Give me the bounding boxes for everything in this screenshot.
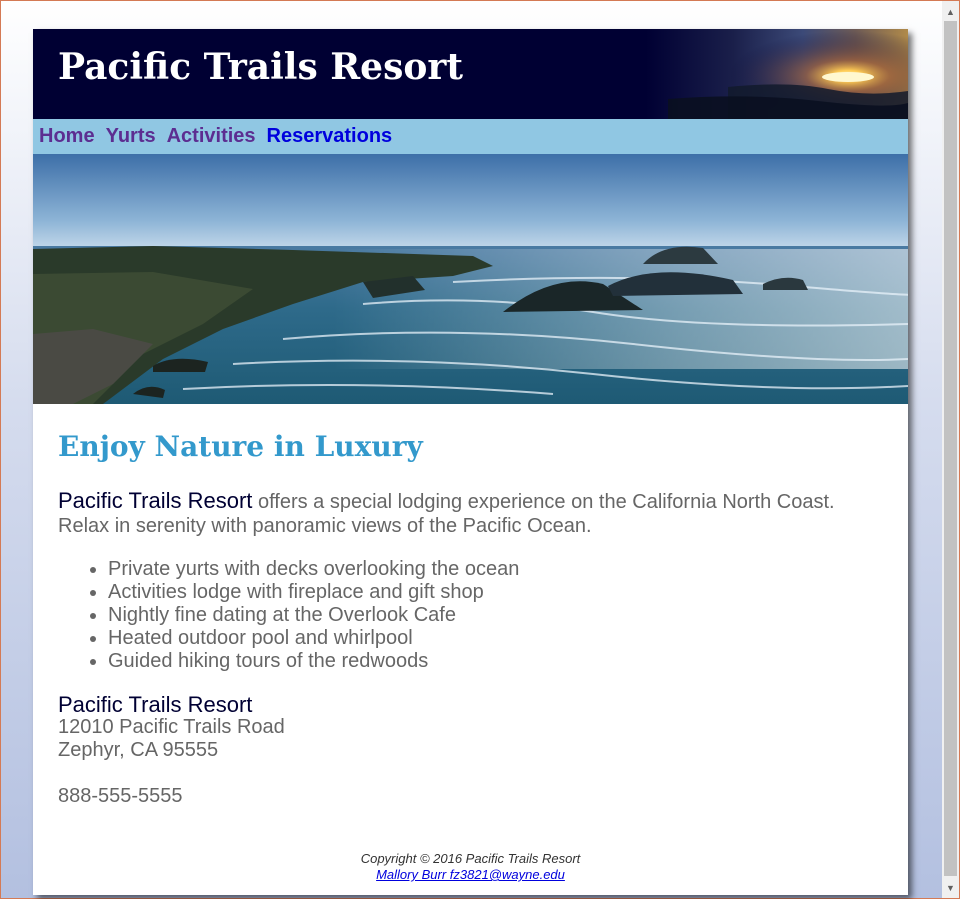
page-footer: Copyright © 2016 Pacific Trails Resort M… [33, 851, 908, 883]
contact-name: Pacific Trails Resort [58, 692, 253, 717]
scrollbar-thumb[interactable] [944, 21, 957, 876]
page-wrapper: Pacific Trails Resort Home Yurts Activit… [33, 29, 908, 895]
main-content: Enjoy Nature in Luxury Pacific Trails Re… [33, 430, 908, 808]
list-item: Guided hiking tours of the redwoods [108, 650, 883, 673]
page-heading: Enjoy Nature in Luxury [58, 430, 423, 463]
sunset-banner-image [668, 29, 908, 119]
copyright-text: Copyright © 2016 Pacific Trails Resort [360, 851, 581, 866]
footer-email-link[interactable]: Mallory Burr fz3821@wayne.edu [376, 867, 565, 882]
nav-link-activities[interactable]: Activities [167, 125, 256, 148]
list-item: Private yurts with decks overlooking the… [108, 558, 883, 581]
contact-address: Pacific Trails Resort 12010 Pacific Trai… [58, 693, 883, 762]
list-item: Heated outdoor pool and whirlpool [108, 627, 883, 650]
site-title: Pacific Trails Resort [58, 46, 463, 88]
nav-link-reservations[interactable]: Reservations [267, 125, 393, 148]
contact-phone: 888-555-5555 [58, 785, 183, 807]
coastline-hero-image [33, 154, 908, 404]
vertical-scrollbar[interactable]: ▲ ▼ [942, 1, 959, 898]
intro-resort-name: Pacific Trails Resort [58, 488, 253, 513]
features-list: Private yurts with decks overlooking the… [58, 558, 883, 673]
contact-street: 12010 Pacific Trails Road [58, 716, 285, 738]
list-item: Activities lodge with fireplace and gift… [108, 581, 883, 604]
main-navigation: Home Yurts Activities Reservations [33, 119, 908, 154]
intro-paragraph: Pacific Trails Resort offers a special l… [58, 489, 883, 538]
nav-link-yurts[interactable]: Yurts [106, 125, 156, 148]
scroll-up-arrow-icon[interactable]: ▲ [942, 3, 959, 20]
list-item: Nightly fine dating at the Overlook Cafe [108, 604, 883, 627]
scroll-down-arrow-icon[interactable]: ▼ [942, 879, 959, 896]
site-header: Pacific Trails Resort [33, 29, 908, 119]
contact-city: Zephyr, CA 95555 [58, 739, 219, 761]
nav-link-home[interactable]: Home [39, 125, 95, 148]
